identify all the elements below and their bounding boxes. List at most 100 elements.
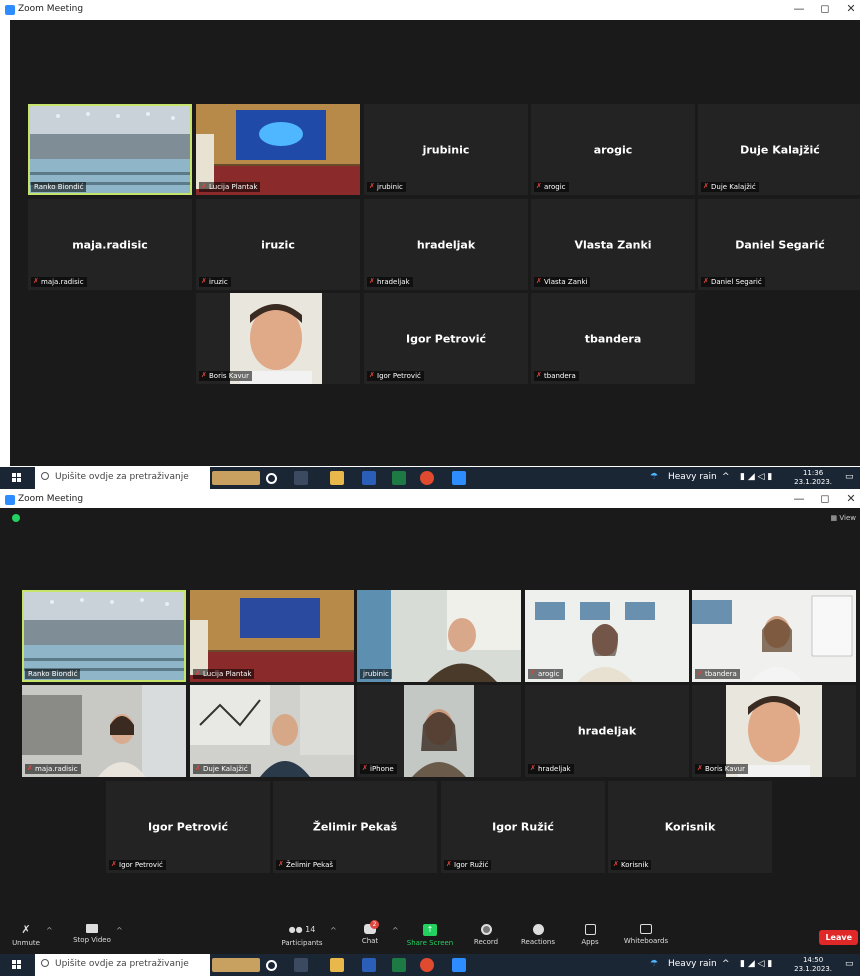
tray-icons[interactable]: ▮ ◢ ◁ ▮ xyxy=(740,472,772,482)
chrome-icon[interactable] xyxy=(420,471,434,485)
stop-video-button[interactable]: Stop Video xyxy=(62,924,122,944)
video-tile[interactable]: ✗ Boris Kavur xyxy=(196,293,360,384)
participant-name: ✗ Vlasta Zanki xyxy=(534,277,591,287)
view-button[interactable]: ▦ View xyxy=(831,514,856,522)
mic-muted-icon: ✗ xyxy=(536,182,542,190)
mic-muted-icon: ✗ xyxy=(703,182,709,190)
participant-name: ✗ tbandera xyxy=(534,371,579,381)
video-tile[interactable]: Ranko Biondić xyxy=(28,104,192,195)
video-tile[interactable]: Vlasta Zanki ✗ Vlasta Zanki xyxy=(531,199,695,290)
tray-chevron-icon[interactable]: ^ xyxy=(722,472,730,482)
video-tile[interactable]: Igor Petrović ✗ Igor Petrović xyxy=(106,781,270,873)
video-tile[interactable]: ✗ iPhone xyxy=(357,685,521,777)
mic-muted-icon: ✗ xyxy=(613,860,619,868)
cortana-icon[interactable] xyxy=(266,473,277,484)
video-tile[interactable]: hradeljak ✗ hradeljak xyxy=(364,199,528,290)
file-explorer-icon[interactable] xyxy=(330,958,344,972)
search-placeholder: Upišite ovdje za pretraživanje xyxy=(55,959,189,969)
participant-display-name: Želimir Pekaš xyxy=(312,820,398,834)
windows-start-icon[interactable] xyxy=(12,960,22,970)
notifications-icon[interactable]: ▭ xyxy=(845,472,854,482)
video-tile[interactable]: ✗ Boris Kavur xyxy=(692,685,856,777)
taskbar-search-box[interactable]: Upišite ovdje za pretraživanje xyxy=(35,467,210,489)
chevron-up-icon[interactable]: ^ xyxy=(46,926,53,935)
video-tile[interactable]: Daniel Segarić ✗ Daniel Segarić xyxy=(698,199,860,290)
video-tile[interactable]: ✗ Lucija Plantak xyxy=(190,590,354,682)
mic-muted-icon: ✗ xyxy=(530,669,536,677)
video-tile[interactable]: Ranko Biondić xyxy=(22,590,186,682)
security-shield-icon[interactable] xyxy=(12,514,20,522)
windows-start-icon[interactable] xyxy=(12,473,22,483)
excel-icon[interactable] xyxy=(392,471,406,485)
taskbar-search-box[interactable]: Upišite ovdje za pretraživanje xyxy=(35,954,210,976)
close-button[interactable]: ✕ xyxy=(842,492,860,505)
participant-name: jrubinic xyxy=(360,669,392,679)
excel-icon[interactable] xyxy=(392,958,406,972)
record-button[interactable]: Record xyxy=(456,924,516,946)
participant-name: ✗ maja.radisic xyxy=(31,277,87,287)
chevron-up-icon[interactable]: ^ xyxy=(330,926,337,935)
video-tile[interactable]: Igor Ružić ✗ Igor Ružić xyxy=(441,781,605,873)
mic-muted-icon: ✗ xyxy=(697,669,703,677)
video-tile[interactable]: ✗ maja.radisic xyxy=(22,685,186,777)
participants-button[interactable]: ●● 14 Participants xyxy=(272,924,332,947)
chevron-up-icon[interactable]: ^ xyxy=(392,926,399,935)
task-view-icon[interactable] xyxy=(294,471,308,485)
participant-display-name: iruzic xyxy=(261,238,295,251)
title-bar: Zoom Meeting — ◻ ✕ xyxy=(0,0,860,20)
reactions-button[interactable]: Reactions xyxy=(508,924,568,946)
chat-button[interactable]: 2 Chat xyxy=(340,920,400,945)
clock[interactable]: 11:36 23.1.2023. xyxy=(794,469,832,487)
video-tile[interactable]: ✗ Duje Kalajžić xyxy=(190,685,354,777)
notifications-icon[interactable]: ▭ xyxy=(845,959,854,969)
video-tile[interactable]: Korisnik ✗ Korisnik xyxy=(608,781,772,873)
clock[interactable]: 14:50 23.1.2023. xyxy=(794,956,832,974)
chrome-icon[interactable] xyxy=(420,958,434,972)
cortana-icon[interactable] xyxy=(266,960,277,971)
video-tile[interactable]: Duje Kalajžić ✗ Duje Kalajžić xyxy=(698,104,860,195)
search-placeholder: Upišite ovdje za pretraživanje xyxy=(55,472,189,482)
maximize-button[interactable]: ◻ xyxy=(816,492,834,505)
apps-button[interactable]: Apps xyxy=(560,924,620,946)
search-icon xyxy=(41,472,49,480)
share-screen-button[interactable]: ↑ Share Screen xyxy=(400,924,460,947)
participant-name: Ranko Biondić xyxy=(31,182,87,192)
video-tile[interactable]: Igor Petrović ✗ Igor Petrović xyxy=(364,293,528,384)
video-tile[interactable]: hradeljak ✗ hradeljak xyxy=(525,685,689,777)
task-view-icon[interactable] xyxy=(294,958,308,972)
video-tile[interactable]: iruzic ✗ iruzic xyxy=(196,199,360,290)
participant-display-name: maja.radisic xyxy=(72,238,148,251)
file-explorer-icon[interactable] xyxy=(330,471,344,485)
weather-text[interactable]: Heavy rain xyxy=(668,472,717,482)
zoom-taskbar-icon[interactable] xyxy=(452,958,466,972)
video-tile[interactable]: jrubinic xyxy=(357,590,521,682)
unmute-label: Unmute xyxy=(12,939,40,947)
whiteboards-button[interactable]: Whiteboards xyxy=(616,924,676,945)
chevron-up-icon[interactable]: ^ xyxy=(116,926,123,935)
stop-video-label: Stop Video xyxy=(73,936,111,944)
mic-muted-icon: ✗ xyxy=(33,277,39,285)
video-tile[interactable]: arogic ✗ arogic xyxy=(531,104,695,195)
video-tile[interactable]: ✗ arogic xyxy=(525,590,689,682)
participant-name: ✗ Igor Ružić xyxy=(444,860,492,870)
participant-display-name: tbandera xyxy=(584,332,642,345)
video-tile[interactable]: maja.radisic ✗ maja.radisic xyxy=(28,199,192,290)
share-arrow-icon: ↑ xyxy=(423,924,437,936)
weather-text[interactable]: Heavy rain xyxy=(668,959,717,969)
video-tile[interactable]: tbandera ✗ tbandera xyxy=(531,293,695,384)
video-tile[interactable]: Želimir Pekaš ✗ Želimir Pekaš xyxy=(273,781,437,873)
video-tile[interactable]: ✗ tbandera xyxy=(692,590,856,682)
tray-icons[interactable]: ▮ ◢ ◁ ▮ xyxy=(740,959,772,969)
zoom-taskbar-icon[interactable] xyxy=(452,471,466,485)
unmute-button[interactable]: ✗ Unmute xyxy=(4,924,48,948)
word-icon[interactable] xyxy=(362,958,376,972)
leave-button[interactable]: Leave xyxy=(819,930,858,945)
video-tile[interactable]: ✗ Lucija Plantak xyxy=(196,104,360,195)
word-icon[interactable] xyxy=(362,471,376,485)
close-button[interactable]: ✕ xyxy=(842,2,860,15)
maximize-button[interactable]: ◻ xyxy=(816,2,834,15)
minimize-button[interactable]: — xyxy=(790,492,808,505)
video-tile[interactable]: jrubinic ✗ jrubinic xyxy=(364,104,528,195)
tray-chevron-icon[interactable]: ^ xyxy=(722,959,730,969)
minimize-button[interactable]: — xyxy=(790,2,808,15)
